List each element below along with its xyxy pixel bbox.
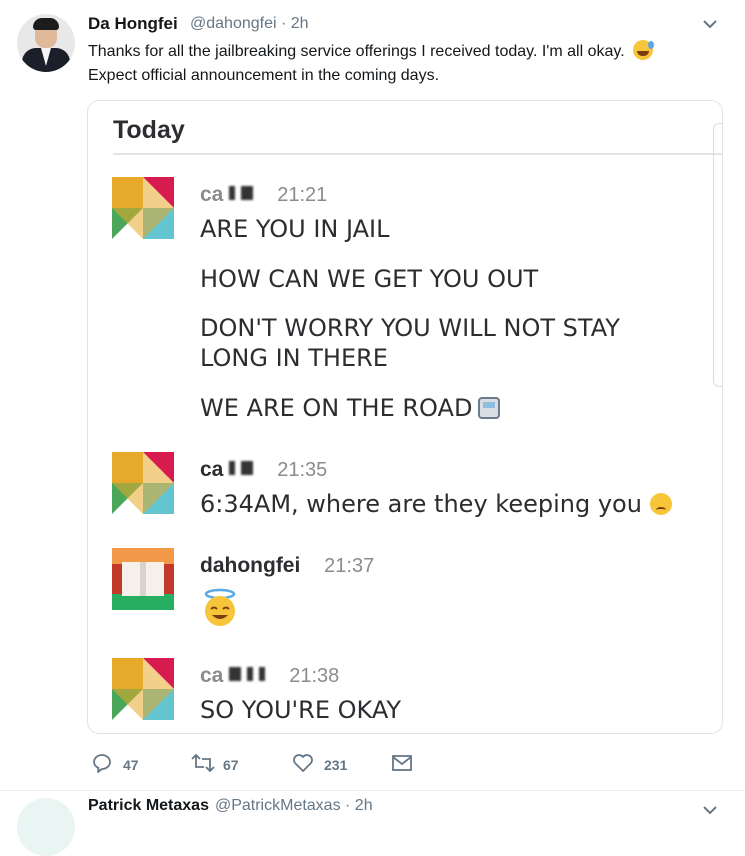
timestamp: 21:37 <box>324 555 375 577</box>
sender: ca 21:35 <box>200 458 328 481</box>
author-name[interactable]: Da Hongfei <box>88 14 178 34</box>
reply-count: 47 <box>123 757 139 773</box>
message-line: 6:34AM, where are they keeping you <box>200 490 672 518</box>
tweet-separator <box>0 790 745 791</box>
timestamp: 21:35 <box>277 459 328 481</box>
embedded-screenshot[interactable]: Today ca 21:21 ARE YOU IN JAIL HOW CAN W… <box>87 100 723 734</box>
chevron-down-icon[interactable] <box>700 14 720 34</box>
message-line: HOW CAN WE GET YOU OUT <box>200 265 539 293</box>
next-tweet-header[interactable]: Patrick Metaxas @PatrickMetaxas · 2h <box>88 797 373 815</box>
tweet: Da Hongfei @dahongfei · 2h Thanks for al… <box>0 0 745 790</box>
author-handle[interactable]: @dahongfei · 2h <box>190 15 309 33</box>
bus-emoji-icon <box>478 397 501 419</box>
next-tweet-avatar[interactable] <box>17 798 75 856</box>
user-avatar-icon <box>112 548 174 610</box>
avatar[interactable] <box>17 14 75 72</box>
message-line: WE ARE ON THE ROAD <box>200 394 501 422</box>
retweet-icon <box>191 753 215 773</box>
tweet-text-line1: Thanks for all the jailbreaking service … <box>88 43 625 60</box>
slack-logo-icon <box>112 452 174 514</box>
message-line: DON'T WORRY YOU WILL NOT STAY <box>200 314 620 342</box>
sender: ca 21:38 <box>200 664 340 687</box>
tweet-text-line2: Expect official announcement in the comi… <box>88 67 440 84</box>
message-line: ARE YOU IN JAIL <box>200 215 390 243</box>
timestamp: 21:38 <box>289 665 340 687</box>
slack-logo-icon <box>112 177 174 239</box>
retweet-count: 67 <box>223 757 239 773</box>
reply-icon <box>93 754 111 773</box>
heart-icon <box>293 754 313 772</box>
tweet-text: Thanks for all the jailbreaking service … <box>88 40 728 88</box>
envelope-icon <box>392 755 412 771</box>
sad-face-emoji-icon <box>649 493 672 515</box>
scrollbar <box>713 123 722 387</box>
divider <box>113 153 722 155</box>
message-line: SO YOU'RE OKAY <box>200 696 402 724</box>
message-line: LONG IN THERE <box>200 344 388 372</box>
halo-face-emoji-icon <box>204 588 236 626</box>
grinning-sweat-emoji-icon <box>633 40 655 60</box>
chevron-down-icon[interactable] <box>700 800 720 820</box>
timestamp: 21:21 <box>277 184 328 206</box>
sender: ca 21:21 <box>200 183 328 206</box>
like-count: 231 <box>324 757 348 773</box>
next-tweet-handle[interactable]: @PatrickMetaxas · 2h <box>215 797 373 814</box>
slack-logo-icon <box>112 658 174 720</box>
next-tweet-author[interactable]: Patrick Metaxas <box>88 797 209 814</box>
day-heading: Today <box>113 116 185 144</box>
sender: dahongfei 21:37 <box>200 554 375 577</box>
